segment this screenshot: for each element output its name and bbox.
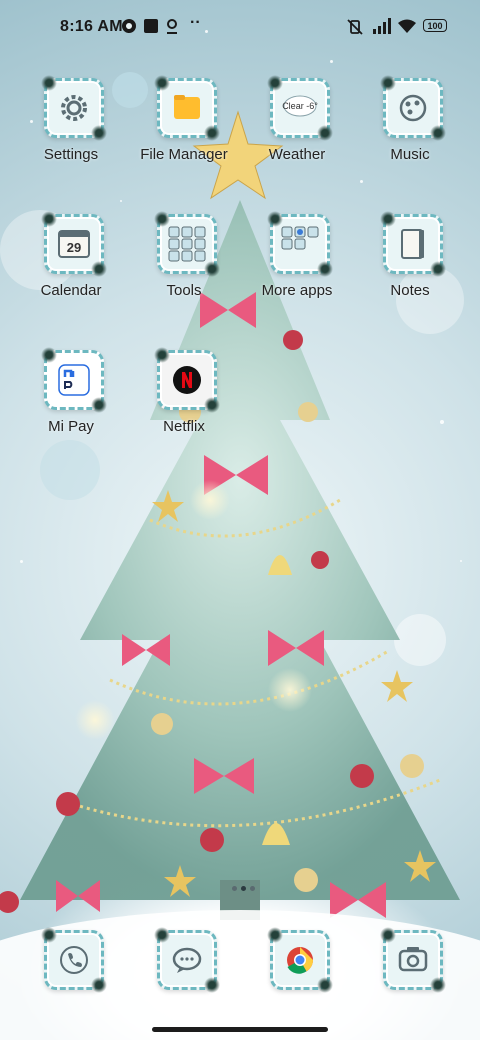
netflix-tile[interactable] <box>154 347 220 413</box>
app-label: More apps <box>261 282 333 299</box>
calendar-date: 29 <box>66 240 82 255</box>
pine-branch-decoration <box>267 75 283 91</box>
app-label: Settings <box>43 146 99 163</box>
app-label: Netflix <box>163 418 205 435</box>
app-label: Weather <box>268 146 326 163</box>
messages-tile[interactable] <box>154 927 220 993</box>
pine-branch-decoration <box>41 211 57 227</box>
calendar-tile[interactable]: 29 <box>41 211 107 277</box>
battery-icon: 100 <box>423 19 447 32</box>
page-indicator[interactable] <box>230 878 257 896</box>
app-settings[interactable]: Settings <box>16 75 126 178</box>
pine-branch-decoration <box>317 977 333 993</box>
pine-branch-decoration <box>41 75 57 91</box>
file-manager-tile[interactable] <box>154 75 220 141</box>
app-mi-pay[interactable]: Mi Pay <box>16 347 126 450</box>
pine-branch-decoration <box>267 211 283 227</box>
chrome-tile[interactable] <box>267 927 333 993</box>
pine-branch-decoration <box>154 75 170 91</box>
whatsapp-notification-icon <box>122 19 136 33</box>
vibrate-mute-icon <box>347 19 363 35</box>
tools-tile[interactable] <box>154 211 220 277</box>
app-label: Calendar <box>40 282 102 299</box>
snowflake <box>460 560 462 562</box>
app-more-apps-folder[interactable]: More apps <box>242 211 352 314</box>
snowflake <box>330 60 333 63</box>
pine-branch-decoration <box>317 125 333 141</box>
clock: 8:16 AM <box>60 18 123 35</box>
app-label: Mi Pay <box>48 418 94 435</box>
pine-branch-decoration <box>380 927 396 943</box>
snowflake <box>20 560 23 563</box>
app-netflix[interactable]: Netflix <box>129 347 239 450</box>
pine-branch-decoration <box>430 977 446 993</box>
location-notification-icon <box>167 19 177 34</box>
pine-branch-decoration <box>154 347 170 363</box>
app-notification-icon <box>144 19 158 33</box>
page-dot <box>250 886 255 891</box>
home-screen: 8:16 AM ·· 100 Settings File Manager Cle… <box>0 0 480 1040</box>
dock-phone[interactable] <box>16 927 126 1030</box>
status-bar: 8:16 AM ·· 100 <box>0 0 480 56</box>
music-tile[interactable] <box>380 75 446 141</box>
app-calendar[interactable]: 29 Calendar <box>16 211 126 314</box>
pine-branch-decoration <box>267 927 283 943</box>
app-label: Music <box>390 146 430 163</box>
pine-branch-decoration <box>41 927 57 943</box>
page-dot <box>232 886 237 891</box>
pine-branch-decoration <box>380 75 396 91</box>
battery-level: 100 <box>427 21 443 31</box>
camera-tile[interactable] <box>380 927 446 993</box>
pine-branch-decoration <box>91 977 107 993</box>
wifi-icon <box>398 19 416 33</box>
app-label: File Manager <box>140 146 228 163</box>
pine-branch-decoration <box>204 977 220 993</box>
more-notifications-icon: ·· <box>190 14 201 31</box>
pine-branch-decoration <box>204 125 220 141</box>
app-label: Notes <box>390 282 430 299</box>
app-file-manager[interactable]: File Manager <box>129 75 239 178</box>
pine-branch-decoration <box>91 397 107 413</box>
notes-tile[interactable] <box>380 211 446 277</box>
phone-tile[interactable] <box>41 927 107 993</box>
app-tools-folder[interactable]: Tools <box>129 211 239 314</box>
snowflake <box>360 180 363 183</box>
pine-branch-decoration <box>204 261 220 277</box>
signal-icon <box>373 18 391 34</box>
pine-branch-decoration <box>91 125 107 141</box>
pine-branch-decoration <box>41 347 57 363</box>
more-apps-tile[interactable] <box>267 211 333 277</box>
pine-branch-decoration <box>154 927 170 943</box>
pine-branch-decoration <box>204 397 220 413</box>
dock-chrome[interactable] <box>242 927 352 1030</box>
gesture-navigation-bar[interactable] <box>152 1027 328 1032</box>
snowflake <box>440 420 444 424</box>
weather-badge: Clear -6° <box>282 101 318 111</box>
dock-camera[interactable] <box>355 927 465 1030</box>
page-dot-active <box>241 886 246 891</box>
pine-branch-decoration <box>317 261 333 277</box>
app-label: Tools <box>166 282 202 299</box>
pine-branch-decoration <box>430 261 446 277</box>
pine-branch-decoration <box>380 211 396 227</box>
app-weather[interactable]: Clear -6° Weather <box>242 75 352 178</box>
weather-tile[interactable]: Clear -6° <box>267 75 333 141</box>
app-music[interactable]: Music <box>355 75 465 178</box>
snowflake <box>120 200 122 202</box>
app-notes[interactable]: Notes <box>355 211 465 314</box>
pine-branch-decoration <box>154 211 170 227</box>
pine-branch-decoration <box>91 261 107 277</box>
dock-messages[interactable] <box>129 927 239 1030</box>
settings-tile[interactable] <box>41 75 107 141</box>
mi-pay-tile[interactable] <box>41 347 107 413</box>
pine-branch-decoration <box>430 125 446 141</box>
